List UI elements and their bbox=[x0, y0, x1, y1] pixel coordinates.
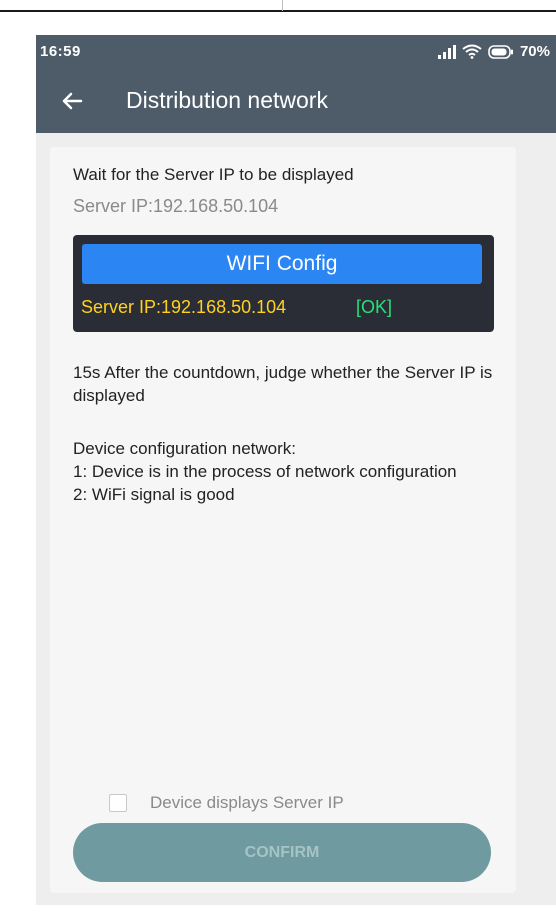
config-requirements: Device configuration network: 1: Device … bbox=[73, 437, 503, 506]
config-title: Device configuration network: bbox=[73, 439, 297, 458]
page-title: Distribution network bbox=[126, 87, 328, 113]
server-ip-checkbox[interactable] bbox=[109, 794, 127, 812]
preview-ok-status: [OK] bbox=[356, 297, 393, 317]
status-time: 16:59 bbox=[40, 43, 81, 60]
top-divider-tick bbox=[282, 0, 283, 11]
battery-percent: 70% bbox=[519, 43, 550, 60]
preview-server-ip: Server IP:192.168.50.104 bbox=[81, 297, 287, 317]
config-item: 1: Device is in the process of network c… bbox=[73, 462, 457, 481]
server-ip-text: Server IP:192.168.50.104 bbox=[73, 196, 279, 216]
status-icons: 70% bbox=[437, 43, 550, 60]
device-preview: WIFI Config Server IP:192.168.50.104 [OK… bbox=[73, 235, 494, 332]
checkbox-label: Device displays Server IP bbox=[150, 793, 344, 812]
phone-screen: 16:59 70% Distribution network Wait for … bbox=[36, 35, 556, 905]
top-divider bbox=[0, 10, 556, 12]
signal-icon bbox=[437, 44, 456, 59]
wifi-config-button: WIFI Config bbox=[82, 244, 482, 284]
config-card: Wait for the Server IP to be displayed S… bbox=[50, 147, 516, 893]
wifi-icon bbox=[462, 44, 482, 59]
back-arrow-icon[interactable] bbox=[60, 89, 84, 113]
app-bar: Distribution network bbox=[36, 71, 556, 133]
countdown-instruction: 15s After the countdown, judge whether t… bbox=[73, 363, 493, 405]
battery-icon bbox=[488, 44, 514, 59]
config-item: 2: WiFi signal is good bbox=[73, 485, 235, 504]
server-ip-checkbox-row[interactable]: Device displays Server IP bbox=[109, 793, 344, 813]
confirm-button[interactable]: CONFIRM bbox=[73, 823, 491, 882]
status-bar: 16:59 70% bbox=[36, 35, 556, 71]
wait-heading: Wait for the Server IP to be displayed bbox=[73, 165, 354, 184]
header: 16:59 70% Distribution network bbox=[36, 35, 556, 133]
